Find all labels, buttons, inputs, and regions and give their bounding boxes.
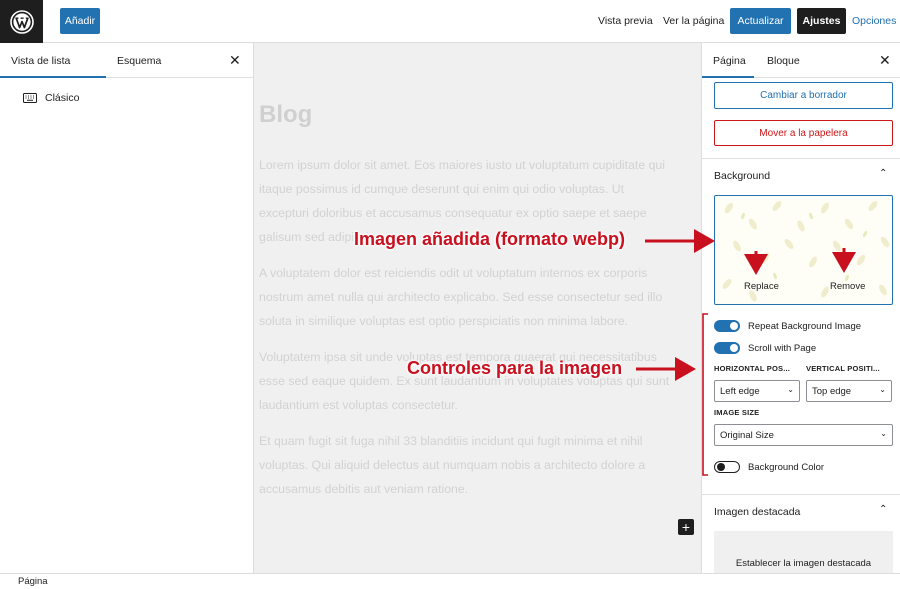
paragraph-line: excepturi doloribus et accusamus consequ… [259,206,647,220]
options-button[interactable]: Opciones [852,15,896,27]
close-icon[interactable]: ✕ [879,52,891,69]
switch-to-draft-button[interactable]: Cambiar a borrador [714,82,893,109]
image-size-select[interactable]: Original Size ⌄ [714,424,893,446]
image-size-value: Original Size [720,429,774,441]
chevron-down-icon: ⌄ [879,385,886,394]
post-title[interactable]: Blog [259,101,312,129]
inserter-plus-button[interactable]: + [678,519,694,535]
preview-link[interactable]: Vista previa [598,15,653,27]
horizontal-position-label: HORIZONTAL POS... [714,364,791,373]
background-image-preview[interactable]: Replace Remove [714,195,893,305]
settings-button[interactable]: Ajustes [797,8,846,34]
background-panel-title[interactable]: Background [714,170,770,182]
chevron-down-icon: ⌄ [880,429,887,438]
repeat-background-toggle[interactable] [714,320,740,332]
settings-sidebar: Página Bloque ✕ Cambiar a borrador Mover… [701,43,900,573]
keyboard-icon [23,93,37,103]
list-item[interactable]: Clásico [23,92,79,104]
background-color-toggle[interactable] [714,461,740,473]
tab-block[interactable]: Bloque [767,55,800,67]
list-view-panel: Vista de lista Esquema ✕ Clásico [0,43,254,573]
paragraph-line: soluta in similique voluptas est optio p… [259,314,629,328]
vertical-position-value: Top edge [812,385,852,397]
tab-list-view[interactable]: Vista de lista [11,55,70,67]
vertical-position-select[interactable]: Top edge ⌄ [806,380,892,402]
chevron-down-icon: ⌄ [787,385,794,394]
paragraph-line: itaque possimus id cumque deserunt qui e… [259,182,625,196]
paragraph-line: Et quam fugit sit fuga nihil 33 blanditi… [259,434,643,448]
sidebar-tabs: Página Bloque ✕ [702,43,900,78]
paragraph-line: accusamus debitis aut veniam ratione. [259,482,469,496]
divider [702,494,900,495]
close-icon[interactable]: ✕ [229,52,241,69]
background-color-label: Background Color [748,462,825,473]
divider [702,158,900,159]
paragraph-block[interactable]: A voluptatem dolor est reiciendis odit u… [259,261,699,333]
featured-image-panel-title[interactable]: Imagen destacada [714,506,800,518]
list-view-tabs: Vista de lista Esquema ✕ [0,43,253,78]
horizontal-position-value: Left edge [720,385,760,397]
annotation-image-added: Imagen añadida (formato webp) [354,229,626,249]
paragraph-line: voluptas. Qui aliquid delectus aut numqu… [259,458,646,472]
paragraph-line: Lorem ipsum dolor sit amet. Eos maiores … [259,158,665,172]
breadcrumb-page[interactable]: Página [18,576,48,587]
vertical-position-label: VERTICAL POSITI... [806,364,880,373]
paragraph-block[interactable]: Voluptatem ipsa sit unde voluptas est te… [259,345,699,417]
repeat-background-label: Repeat Background Image [748,321,862,332]
editor-canvas[interactable]: Blog Lorem ipsum dolor sit amet. Eos mai… [254,43,701,573]
editor-footer-breadcrumb: Página [0,573,900,589]
replace-image-button[interactable]: Replace [744,281,779,292]
paragraph-line: A voluptatem dolor est reiciendis odit u… [259,266,648,280]
annotation-controls: Controles para la imagen [407,358,623,378]
leaf-pattern-image [722,201,890,302]
scroll-with-page-toggle[interactable] [714,342,740,354]
move-to-trash-button[interactable]: Mover a la papelera [714,120,893,146]
horizontal-position-select[interactable]: Left edge ⌄ [714,380,800,402]
editor-top-bar: Añadir Vista previa Ver la página Actual… [0,0,900,43]
view-page-link[interactable]: Ver la página [663,15,724,27]
paragraph-line: laudantium est voluptas consectetur. [259,398,458,412]
scroll-with-page-label: Scroll with Page [748,343,817,354]
image-size-label: IMAGE SIZE [714,408,760,417]
set-featured-image-label: Establecer la imagen destacada [735,557,872,569]
list-item-label: Clásico [45,92,80,104]
tab-page[interactable]: Página [713,55,746,67]
wordpress-icon [9,9,34,34]
chevron-up-icon[interactable]: ⌃ [879,168,887,179]
update-button[interactable]: Actualizar [730,8,791,34]
active-tab-indicator [702,76,754,78]
remove-image-button[interactable]: Remove [830,281,865,292]
paragraph-line: nostrum amet nulla qui architecto explic… [259,290,663,304]
wordpress-logo-button[interactable] [0,0,43,43]
chevron-up-icon[interactable]: ⌃ [879,504,887,515]
tab-outline[interactable]: Esquema [117,55,161,67]
active-tab-indicator [0,76,106,78]
add-block-button[interactable]: Añadir [60,8,100,34]
set-featured-image-button[interactable]: Establecer la imagen destacada [714,531,893,573]
paragraph-block[interactable]: Et quam fugit sit fuga nihil 33 blanditi… [259,429,699,501]
